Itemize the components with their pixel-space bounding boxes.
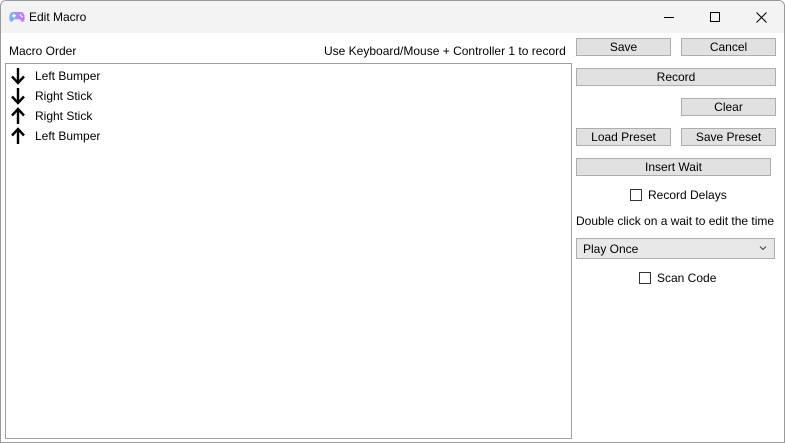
macro-order-label: Macro Order bbox=[9, 44, 77, 58]
play-mode-dropdown[interactable]: Play Once bbox=[576, 238, 775, 259]
checkbox-box[interactable] bbox=[639, 272, 651, 284]
close-icon bbox=[755, 11, 767, 23]
minimize-icon bbox=[664, 17, 674, 18]
play-mode-selected: Play Once bbox=[583, 241, 639, 256]
chevron-down-icon bbox=[759, 246, 767, 251]
title-bar[interactable]: Edit Macro bbox=[1, 1, 784, 33]
record-button[interactable]: Record bbox=[576, 68, 776, 86]
record-delays-checkbox[interactable]: Record Delays bbox=[630, 188, 727, 202]
list-item[interactable]: Left Bumper bbox=[10, 126, 100, 146]
save-button[interactable]: Save bbox=[576, 38, 671, 56]
list-item[interactable]: Right Stick bbox=[10, 106, 92, 126]
double-click-hint-label: Double click on a wait to edit the time bbox=[576, 214, 775, 228]
window-title: Edit Macro bbox=[29, 10, 87, 24]
list-item[interactable]: Right Stick bbox=[10, 86, 92, 106]
edit-macro-window: Edit Macro Macro Order Use Keyboard/Mous… bbox=[0, 0, 785, 443]
list-item-label: Right Stick bbox=[35, 89, 93, 103]
arrow-down-icon bbox=[11, 68, 25, 85]
scan-code-label: Scan Code bbox=[657, 271, 717, 285]
save-preset-button[interactable]: Save Preset bbox=[681, 128, 776, 146]
gamepad-icon bbox=[9, 12, 25, 22]
list-item-label: Right Stick bbox=[35, 109, 93, 123]
macro-order-list[interactable]: Left Bumper Right Stick Right Stick Left… bbox=[5, 63, 572, 439]
maximize-button[interactable] bbox=[692, 1, 738, 33]
list-item-label: Left Bumper bbox=[35, 129, 101, 143]
dialog-body: Macro Order Use Keyboard/Mouse + Control… bbox=[1, 33, 784, 442]
load-preset-button[interactable]: Load Preset bbox=[576, 128, 671, 146]
close-button[interactable] bbox=[738, 1, 784, 33]
minimize-button[interactable] bbox=[646, 1, 692, 33]
arrow-up-icon bbox=[11, 107, 25, 124]
checkbox-box[interactable] bbox=[630, 189, 642, 201]
record-delays-label: Record Delays bbox=[648, 188, 727, 202]
arrow-up-icon bbox=[11, 127, 25, 144]
scan-code-checkbox[interactable]: Scan Code bbox=[639, 271, 716, 285]
cancel-button[interactable]: Cancel bbox=[681, 38, 776, 56]
arrow-down-icon bbox=[11, 88, 25, 105]
record-instructions-label: Use Keyboard/Mouse + Controller 1 to rec… bbox=[324, 44, 566, 58]
clear-button[interactable]: Clear bbox=[681, 98, 776, 116]
insert-wait-button[interactable]: Insert Wait bbox=[576, 158, 771, 176]
list-item-label: Left Bumper bbox=[35, 69, 101, 83]
maximize-icon bbox=[710, 12, 720, 22]
list-item[interactable]: Left Bumper bbox=[10, 66, 100, 86]
